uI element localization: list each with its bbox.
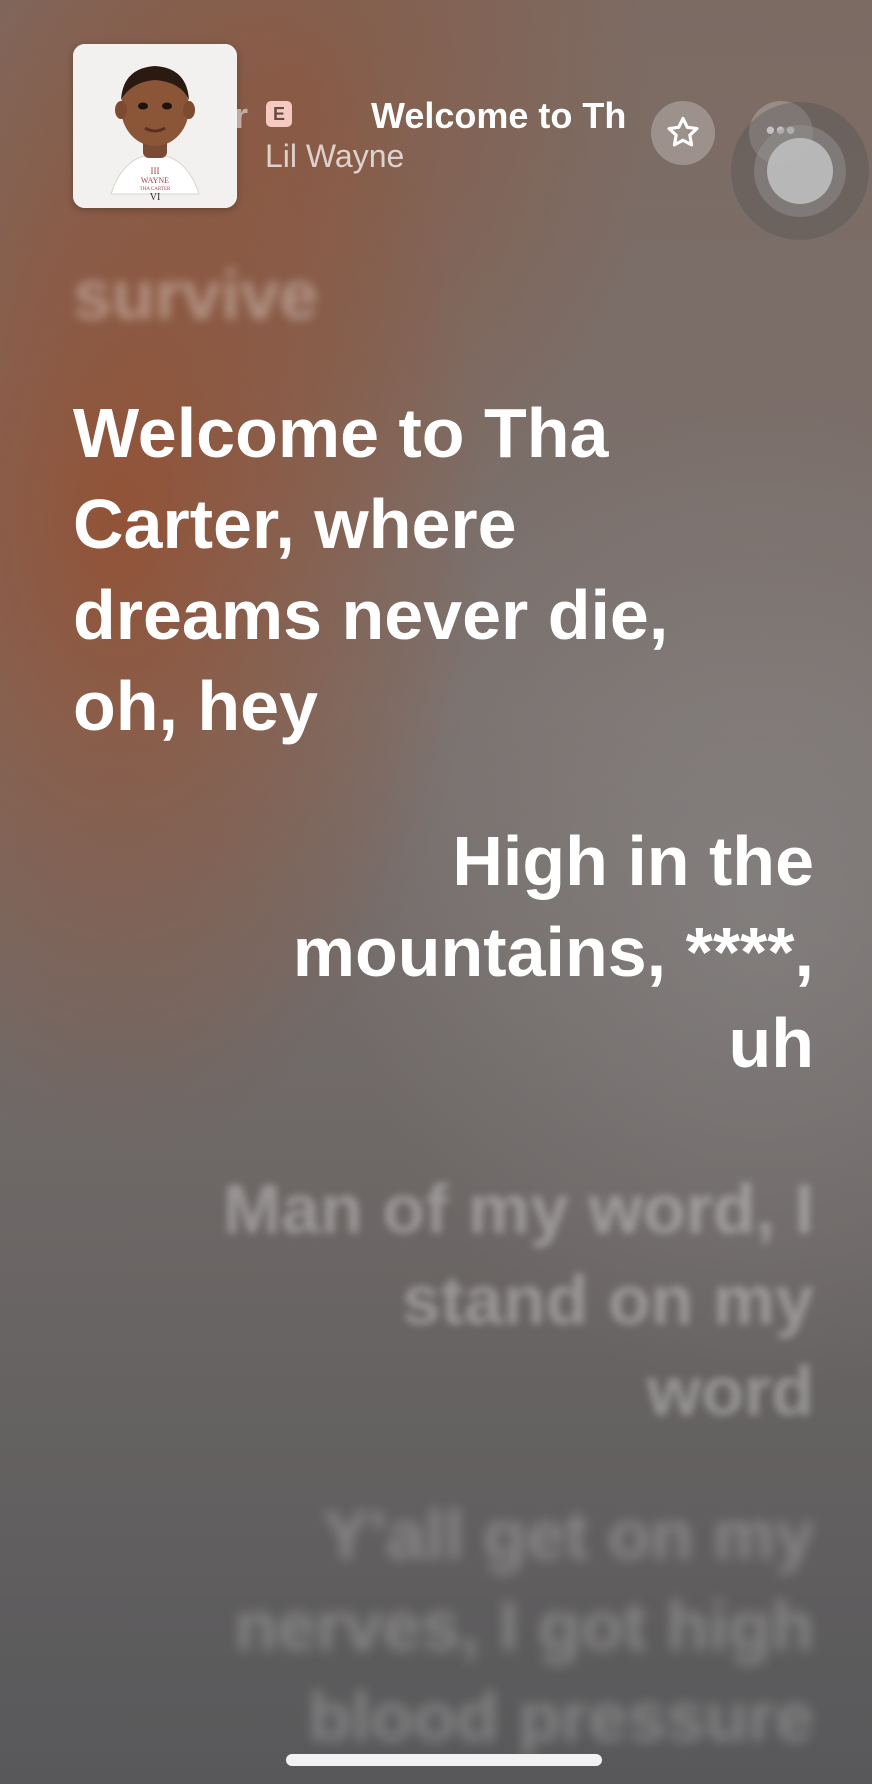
explicit-badge: E <box>266 101 292 127</box>
svg-text:VI: VI <box>150 192 161 203</box>
lyric-line-previous[interactable]: survive <box>73 250 318 341</box>
favorite-button[interactable] <box>651 101 715 165</box>
svg-text:WAYNE: WAYNE <box>141 176 169 185</box>
album-artwork[interactable]: III WAYNE THA CARTER VI <box>73 44 237 208</box>
lyric-text: nerves, I got high <box>234 1587 814 1665</box>
now-playing-header: III WAYNE THA CARTER VI r E Welcome to T… <box>0 0 872 240</box>
song-title-fragment: r <box>236 95 249 136</box>
svg-text:III: III <box>151 166 160 176</box>
lyric-text: oh, hey <box>73 667 319 745</box>
lyric-line-upcoming[interactable]: Y'all get on my nerves, I got high blood… <box>134 1490 814 1763</box>
star-icon <box>667 116 699 147</box>
lyric-text: mountains, ****, <box>292 913 814 991</box>
artist-name[interactable]: Lil Wayne <box>265 138 404 175</box>
lyric-text: Carter, where <box>73 485 517 563</box>
lyric-text: High in the <box>452 822 814 900</box>
home-indicator[interactable] <box>286 1754 602 1766</box>
lyric-text: Y'all get on my <box>322 1496 814 1574</box>
song-title: Welcome to Th <box>371 95 627 136</box>
lyric-text: uh <box>728 1004 814 1082</box>
lyric-text: dreams never die, <box>73 576 669 654</box>
lyric-text: Man of my word, I <box>222 1170 814 1248</box>
lyric-text: Welcome to Tha <box>73 394 609 472</box>
lyric-text: blood pressure <box>308 1678 814 1756</box>
lyric-text: stand on my <box>401 1261 814 1339</box>
lyric-line-next[interactable]: High in the mountains, ****, uh <box>134 816 814 1089</box>
song-title-marquee[interactable]: r E Welcome to Th <box>236 95 640 139</box>
lyric-text: word <box>646 1352 814 1430</box>
lyric-line-upcoming[interactable]: Man of my word, I stand on my word <box>134 1164 814 1437</box>
touch-indicator-dot <box>767 138 833 204</box>
lyric-line-current[interactable]: Welcome to Tha Carter, where dreams neve… <box>73 388 753 752</box>
